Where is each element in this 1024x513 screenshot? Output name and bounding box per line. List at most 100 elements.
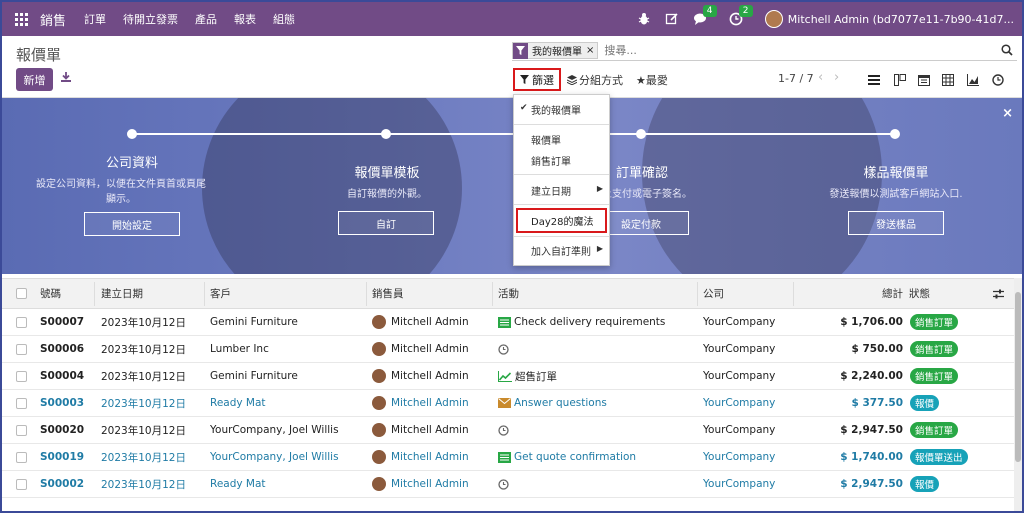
list-view-icon[interactable] [868,74,880,86]
menu-orders[interactable]: 訂單 [84,11,106,27]
row-checkbox[interactable] [16,309,27,335]
activity-summary[interactable]: Answer questions [514,397,607,409]
row-checkbox[interactable] [16,390,27,416]
graph-view-icon[interactable] [967,74,979,86]
groupby-button[interactable]: 分組方式 [566,72,623,88]
calendar-view-icon[interactable] [918,74,930,86]
facet-remove-button[interactable]: × [586,45,597,56]
table-row[interactable]: S00004 2023年10月12日 Gemini Furniture Mitc… [2,363,1014,390]
filter-dropdown: ✔ 我的報價單 報價單 銷售訂單 建立日期 ▶ Day28的魔法 加入自訂準則 … [513,94,610,266]
customize-button[interactable]: 自訂 [338,211,434,235]
menu-to-invoice[interactable]: 待開立發票 [123,11,178,27]
banner-close-button[interactable]: × [1002,106,1013,121]
activity-summary[interactable]: Get quote confirmation [514,451,636,463]
app-name[interactable]: 銷售 [40,10,66,29]
activity-cell[interactable] [498,471,512,497]
filter-day28-magic[interactable]: Day28的魔法 [516,208,607,233]
clock-icon[interactable] [498,478,509,490]
filter-button[interactable]: 篩選 [513,68,561,91]
list-icon[interactable] [498,316,511,328]
table-row[interactable]: S00002 2023年10月12日 Ready Mat Mitchell Ad… [2,471,1014,498]
send-sample-button[interactable]: 發送樣品 [848,211,944,235]
select-all-checkbox[interactable] [16,279,27,308]
onboarding-banner: 公司資料 設定公司資料，以便在文件頁首或頁尾顯示。 開始設定 報價單模板 自訂報… [2,98,1022,274]
header-number[interactable]: 號碼 [40,279,61,308]
create-date: 2023年10月12日 [101,343,186,356]
activity-clock-icon[interactable]: 2 [729,5,753,26]
filter-label: 篩選 [532,73,554,87]
activity-cell[interactable] [498,417,512,443]
kanban-view-icon[interactable] [894,74,906,86]
header-status[interactable]: 狀態 [909,279,930,308]
row-checkbox[interactable] [16,363,27,389]
favorites-button[interactable]: ★最愛 [636,72,668,88]
table-row[interactable]: S00003 2023年10月12日 Ready Mat Mitchell Ad… [2,390,1014,417]
filter-create-date[interactable]: 建立日期 [531,183,571,198]
user-avatar[interactable] [764,10,783,28]
scrollbar-thumb[interactable] [1015,292,1021,462]
chat-icon[interactable]: 4 [693,5,717,26]
row-checkbox[interactable] [16,417,27,443]
header-create-date[interactable]: 建立日期 [101,279,143,308]
search-input[interactable] [604,44,905,57]
status-cell: 報價 [905,390,940,416]
pager-value[interactable]: 1-7 / 7 [778,72,814,85]
customer: YourCompany, Joel Willis [210,451,339,463]
order-number: S00002 [40,478,85,490]
download-icon[interactable] [60,71,72,86]
company: YourCompany [703,343,776,355]
pivot-view-icon[interactable] [942,74,954,86]
activity-cell[interactable]: Check delivery requirements [498,309,665,335]
company: YourCompany [703,370,776,382]
new-button[interactable]: 新增 [16,68,53,91]
optional-columns-icon[interactable] [993,279,1004,308]
start-setup-button[interactable]: 開始設定 [84,212,180,236]
table-row[interactable]: S00006 2023年10月12日 Lumber Inc Mitchell A… [2,336,1014,363]
chart-icon[interactable] [498,370,512,382]
status-cell: 銷售訂單 [905,309,959,335]
envelope-icon[interactable] [498,398,511,408]
list-icon[interactable] [498,451,511,463]
app-menu-icon[interactable] [2,12,40,26]
activity-cell[interactable] [498,336,512,362]
total: $ 1,740.00 [840,451,903,463]
activity-view-icon[interactable] [992,74,1004,86]
pager-prev-icon[interactable]: ‹ [818,70,823,85]
clock-icon[interactable] [498,424,509,436]
activity-summary[interactable]: Check delivery requirements [514,316,665,328]
menu-products[interactable]: 產品 [195,11,217,27]
order-number: S00020 [40,424,85,436]
activity-summary[interactable]: 超售訂單 [515,369,557,384]
add-custom-filter[interactable]: 加入自訂準則 [531,243,591,258]
filter-my-quotations[interactable]: 我的報價單 [531,102,581,117]
activity-cell[interactable]: 超售訂單 [498,363,557,389]
check-icon: ✔ [520,103,528,113]
user-name[interactable]: Mitchell Admin (bd7077e11-7b90-41d7... [788,13,1014,26]
row-checkbox[interactable] [16,471,27,497]
total: $ 2,947.50 [840,424,903,436]
table-row[interactable]: S00020 2023年10月12日 YourCompany, Joel Wil… [2,417,1014,444]
header-salesperson[interactable]: 銷售員 [372,279,404,308]
filter-quotations[interactable]: 報價單 [531,132,561,147]
row-checkbox[interactable] [16,444,27,470]
table-row[interactable]: S00007 2023年10月12日 Gemini Furniture Mitc… [2,309,1014,336]
header-total[interactable]: 總計 [802,279,903,308]
filter-sales-orders[interactable]: 銷售訂單 [531,153,571,168]
bug-icon[interactable] [637,12,651,26]
menu-configuration[interactable]: 組態 [273,11,295,27]
menu-reporting[interactable]: 報表 [234,11,256,27]
header-customer[interactable]: 客戶 [210,279,231,308]
edit-icon[interactable] [665,12,679,26]
clock-icon[interactable] [498,343,509,355]
row-checkbox[interactable] [16,336,27,362]
pager-next-icon[interactable]: › [834,70,839,85]
table-row[interactable]: S00019 2023年10月12日 YourCompany, Joel Wil… [2,444,1014,471]
activity-cell[interactable]: Get quote confirmation [498,444,636,470]
header-company[interactable]: 公司 [703,279,724,308]
header-activities[interactable]: 活動 [498,279,519,308]
create-date: 2023年10月12日 [101,370,186,383]
order-number: S00006 [40,343,85,355]
status-badge: 報價 [910,395,940,411]
search-icon[interactable] [1001,44,1013,59]
activity-cell[interactable]: Answer questions [498,390,607,416]
